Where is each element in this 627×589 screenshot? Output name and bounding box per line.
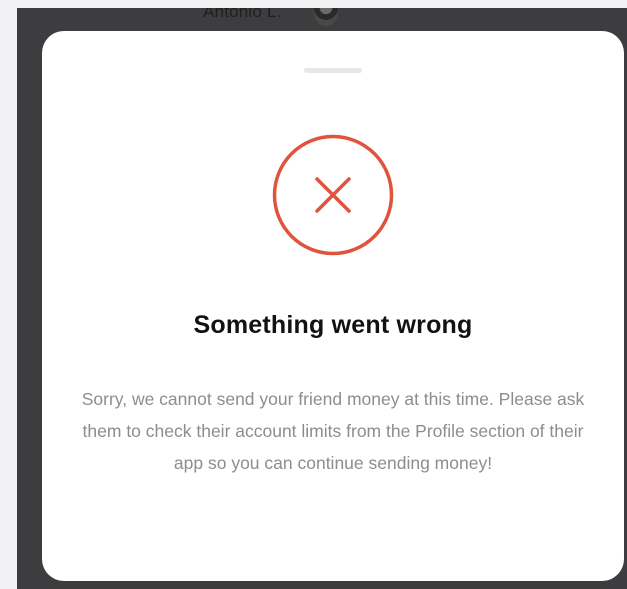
contact-name: Antonio L. bbox=[203, 8, 282, 21]
error-bottom-sheet: Something went wrong Sorry, we cannot se… bbox=[42, 31, 624, 581]
error-title: Something went wrong bbox=[193, 311, 473, 339]
sheet-grabber-handle[interactable] bbox=[304, 68, 362, 73]
error-message: Sorry, we cannot send your friend money … bbox=[81, 389, 585, 473]
error-x-circle-icon bbox=[272, 134, 394, 256]
avatar bbox=[314, 8, 338, 26]
